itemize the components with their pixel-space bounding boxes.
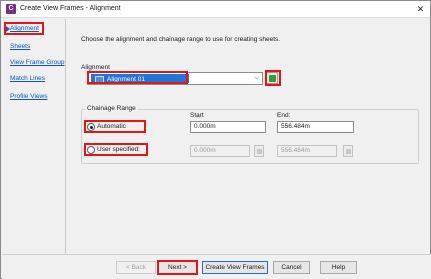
pick-start-button[interactable] [254,145,264,157]
back-button[interactable]: < Back [116,261,156,274]
chainage-group-label: Chainage Range [85,105,138,112]
next-button-highlight [157,260,198,275]
nav-item-match-lines[interactable]: Match Lines [10,75,45,82]
close-icon[interactable]: ✕ [414,3,427,15]
chevron-down-icon[interactable]: ⌵ [254,75,259,82]
nav-item-alignment[interactable]: Alignment [10,25,39,32]
user-start-field[interactable]: 0.000m [190,145,250,157]
start-column-label: Start [190,112,204,119]
nav-item-view-frame-group[interactable]: View Frame Group [10,59,64,66]
end-column-label: End: [277,112,291,119]
cancel-button[interactable]: Cancel [273,261,310,274]
pick-start-icon [257,149,262,154]
auto-start-field: 0.000m [190,121,266,133]
automatic-radio-highlight [84,120,146,133]
title-bar[interactable]: C Create View Frames - Alignment ✕ [1,1,430,18]
create-view-frames-dialog: C Create View Frames - Alignment ✕ Align… [0,0,431,279]
nav-item-sheets[interactable]: Sheets [10,43,30,50]
window-title: Create View Frames - Alignment [20,5,121,12]
intro-text: Choose the alignment and chainage range … [81,36,281,43]
pick-button-highlight [265,70,281,86]
alignment-group-label: Alignment [81,64,110,71]
alignment-select-highlight [87,71,188,84]
pick-end-icon [346,149,351,154]
pick-end-button[interactable] [343,145,353,157]
wizard-nav: Alignment Sheets View Frame Group Match … [2,19,66,254]
nav-item-profile-views[interactable]: Profile Views [10,93,47,100]
dialog-footer: < Back Next > Create View Frames Cancel … [2,254,431,279]
create-view-frames-button[interactable]: Create View Frames [202,261,268,274]
auto-end-field: 556.484m [277,121,354,133]
user-end-field[interactable]: 556.484m [277,145,337,157]
civil3d-app-icon: C [6,4,16,14]
user-specified-radio-highlight [84,143,148,156]
wizard-page-alignment: Choose the alignment and chainage range … [67,19,430,254]
help-button[interactable]: Help [320,261,357,274]
